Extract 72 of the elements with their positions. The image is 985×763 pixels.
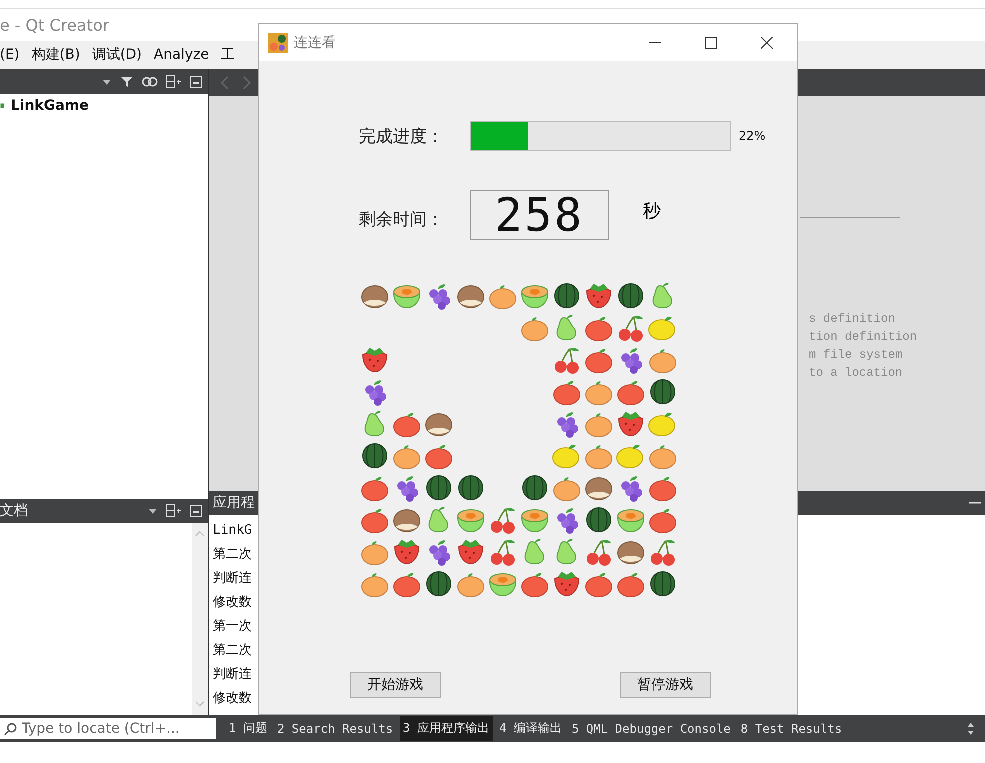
output-tab[interactable]: 3 应用程序输出: [400, 716, 492, 741]
close-icon[interactable]: [761, 36, 773, 48]
menu-item[interactable]: 构建(B): [32, 46, 80, 64]
window-title: e - Qt Creator: [0, 16, 110, 34]
output-line: LinkG: [213, 522, 252, 540]
watermelon-icon[interactable]: [648, 569, 678, 599]
editor-text: s definition: [809, 311, 896, 328]
panel-title: 应用程: [213, 494, 255, 512]
menu-item[interactable]: (E): [0, 47, 20, 63]
game-button[interactable]: 开始游戏: [350, 672, 441, 698]
output-line: 修改数: [213, 690, 252, 708]
output-tab[interactable]: 8 Test Results: [738, 718, 846, 740]
strawberry-icon[interactable]: [456, 537, 486, 567]
progress-label: 完成进度：: [359, 126, 445, 148]
output-line: 第二次: [213, 546, 252, 564]
output-tab[interactable]: 5 QML Debugger Console: [568, 718, 734, 740]
output-tab[interactable]: 4 编译输出: [496, 716, 565, 741]
strawberry-icon[interactable]: [584, 281, 614, 311]
editor-text: tion definition: [809, 329, 918, 346]
caret-icon[interactable]: [148, 506, 158, 516]
search-icon: [4, 722, 18, 736]
strawberry-icon[interactable]: [552, 569, 582, 599]
close-panel-icon[interactable]: [190, 76, 202, 88]
cherries-icon[interactable]: [488, 537, 518, 567]
editor-text: m file system: [809, 347, 903, 364]
progress-percent: 22%: [739, 129, 766, 143]
watermelon-icon[interactable]: [520, 473, 550, 503]
time-unit: 秒: [643, 200, 661, 223]
output-line: 第一次: [213, 618, 252, 636]
split-icon[interactable]: [166, 74, 182, 88]
tree-item[interactable]: LinkGame: [11, 98, 90, 114]
watermelon-icon[interactable]: [616, 281, 646, 311]
up-down-arrows-icon[interactable]: [967, 722, 975, 736]
fruit-app-icon: [268, 32, 288, 52]
editor-text: to a location: [809, 365, 903, 382]
maximize-icon[interactable]: [705, 36, 717, 48]
game-button[interactable]: 暂停游戏: [620, 672, 711, 698]
watermelon-icon[interactable]: [584, 505, 614, 535]
menu-item[interactable]: 调试(D): [92, 46, 142, 64]
output-line: 第二次: [213, 642, 252, 660]
output-line: 判断连: [213, 570, 252, 588]
strawberry-icon[interactable]: [392, 537, 422, 567]
strawberry-icon[interactable]: [616, 409, 646, 439]
output-tab[interactable]: 1 问题: [226, 716, 270, 741]
time-label: 剩余时间：: [359, 208, 445, 230]
watermelon-icon[interactable]: [360, 441, 390, 471]
countdown-display: 258: [470, 190, 609, 240]
menu-item[interactable]: Analyze: [154, 47, 210, 63]
output-tab[interactable]: 2 Search Results: [274, 718, 396, 740]
watermelon-icon[interactable]: [648, 377, 678, 407]
split-icon[interactable]: [166, 504, 182, 518]
watermelon-icon[interactable]: [552, 281, 582, 311]
strawberry-icon[interactable]: [360, 345, 390, 375]
project-icon: [0, 101, 6, 111]
watermelon-icon[interactable]: [424, 473, 454, 503]
output-line: 判断连: [213, 666, 252, 684]
menu-item[interactable]: 工: [221, 46, 236, 64]
filter-icon[interactable]: [120, 74, 134, 88]
locator-field[interactable]: Type to locate (Ctrl+...: [0, 718, 216, 739]
window-title: 连连看: [294, 34, 336, 52]
cherries-icon[interactable]: [648, 537, 678, 567]
cherries-icon[interactable]: [616, 313, 646, 343]
output-line: 修改数: [213, 594, 252, 612]
cherries-icon[interactable]: [488, 505, 518, 535]
close-panel-icon[interactable]: [190, 505, 202, 517]
minimize-icon[interactable]: [969, 501, 981, 505]
watermelon-icon[interactable]: [424, 569, 454, 599]
panel-title: 文档: [0, 502, 28, 520]
watermelon-icon[interactable]: [456, 473, 486, 503]
link-icon[interactable]: [142, 76, 158, 88]
cherries-icon[interactable]: [552, 345, 582, 375]
cherries-icon[interactable]: [584, 537, 614, 567]
